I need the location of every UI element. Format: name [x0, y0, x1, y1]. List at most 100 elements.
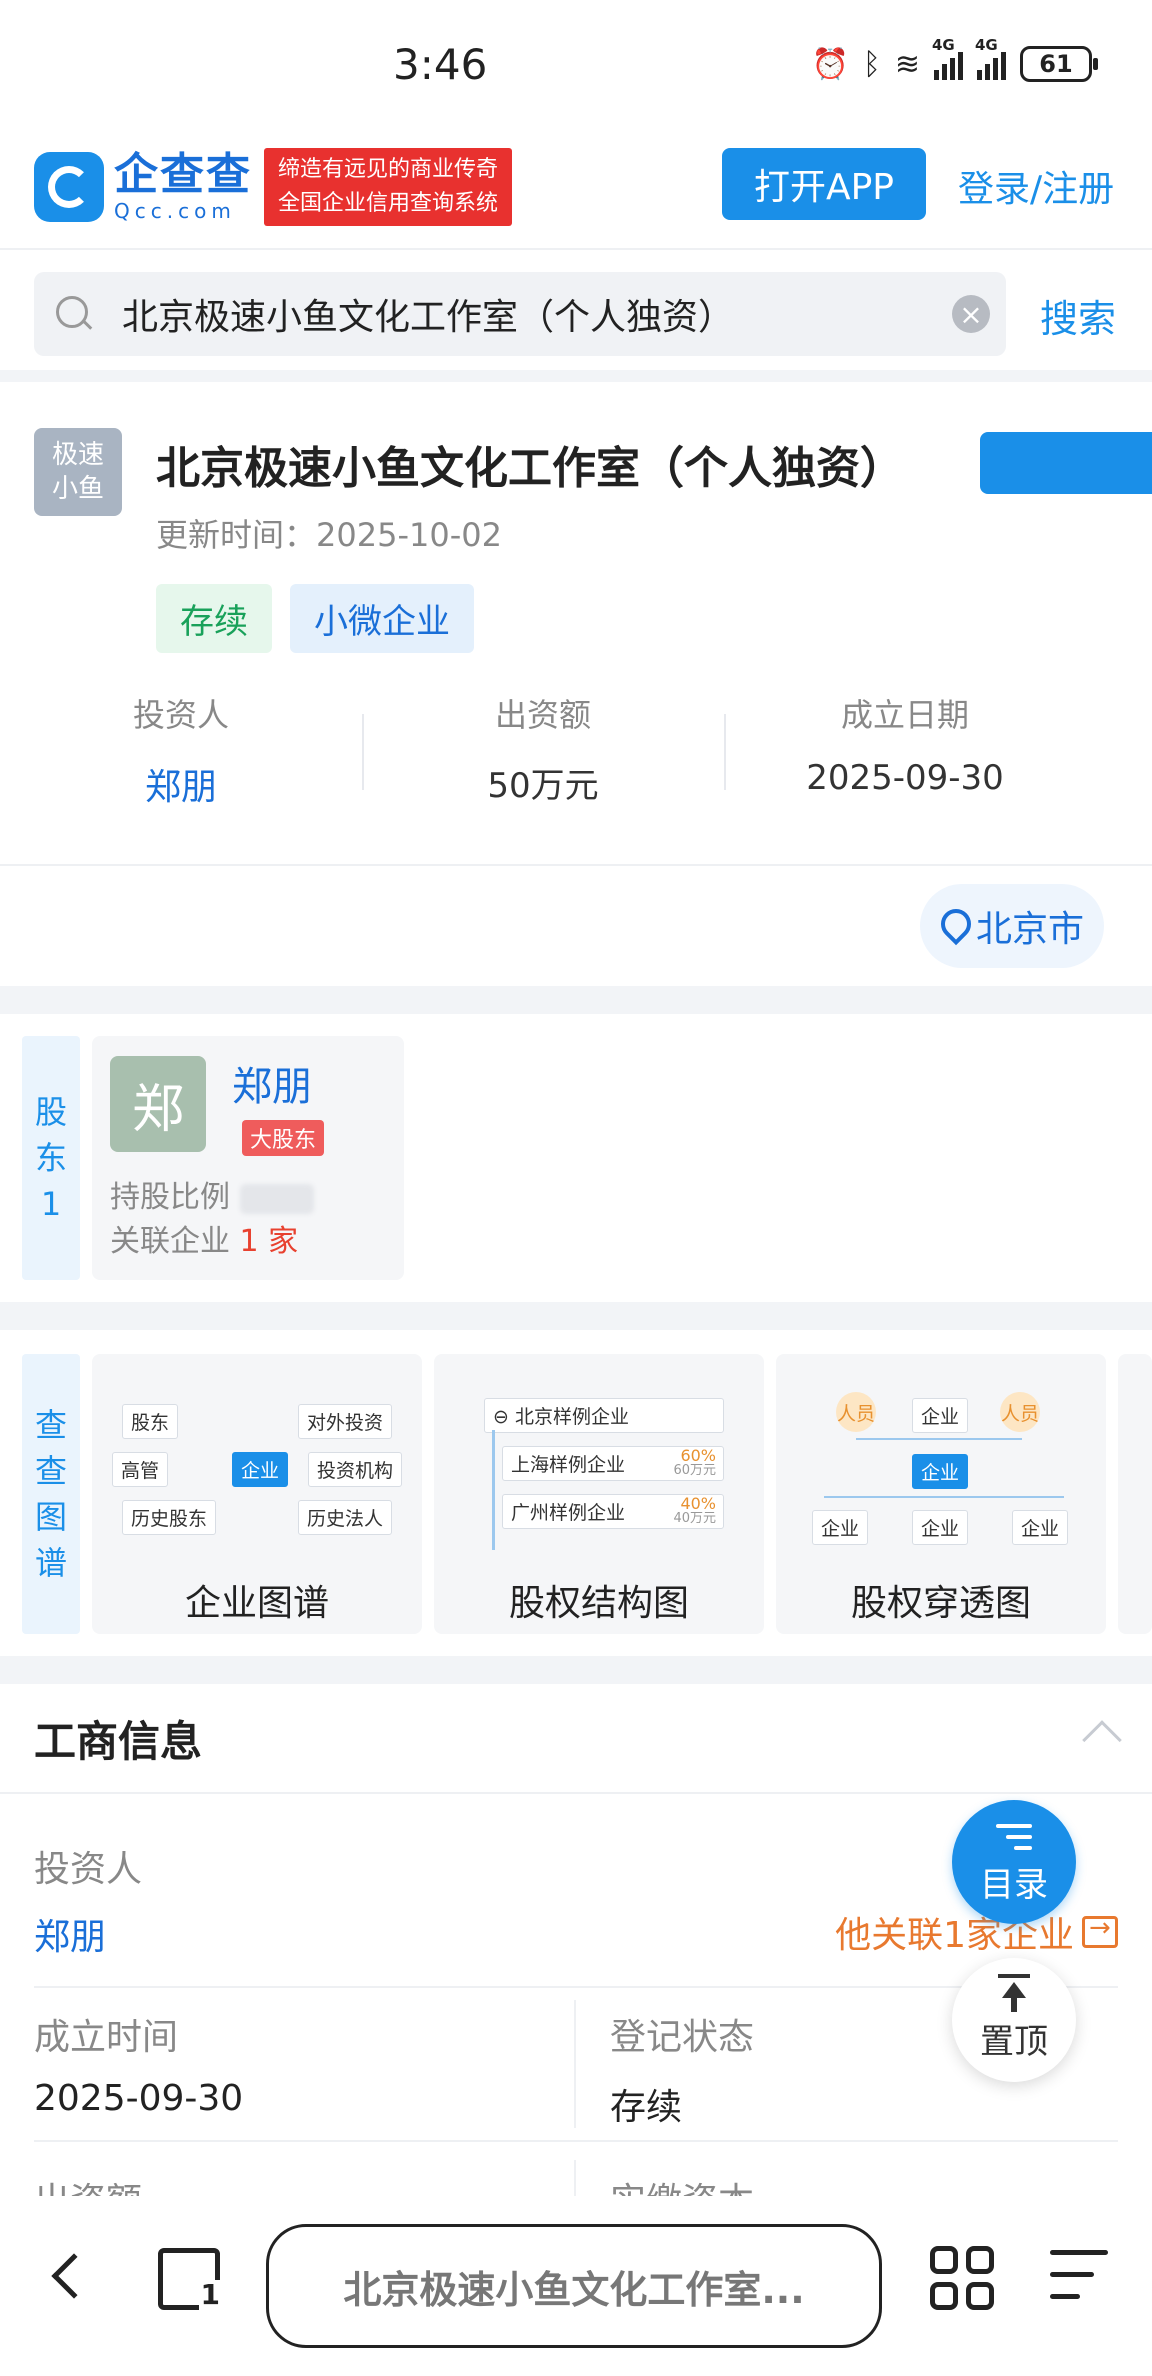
signal-icon: 4G: [932, 36, 963, 80]
column-separator: [574, 2160, 576, 2200]
search-input-value[interactable]: 北京极速小鱼文化工作室（个人独资）: [122, 288, 952, 340]
graph-node: 企业: [1012, 1510, 1069, 1545]
address-bar[interactable]: 北京极速小鱼文化工作室...: [266, 2224, 882, 2348]
alarm-icon: ⏰: [811, 46, 849, 82]
site-header: 企查查 Qcc.com 缔造有远见的商业传奇 全国企业信用查询系统 打开APP …: [0, 130, 1152, 250]
established-value: 2025-09-30: [34, 2078, 244, 2119]
person-node: 人员: [1000, 1392, 1040, 1432]
arrow-up-icon: [996, 1974, 1032, 2014]
clock: 3:46: [393, 40, 488, 89]
slogan-banner: 缔造有远见的商业传奇 全国企业信用查询系统: [264, 148, 513, 226]
graph-connector: [492, 1430, 495, 1550]
logo-name: 企查查: [114, 149, 252, 200]
column-separator: [574, 2000, 576, 2128]
related-companies[interactable]: 关联企业 1 家: [110, 1216, 298, 1260]
list-icon: [996, 1824, 1032, 1850]
more-graph-card[interactable]: [1118, 1354, 1152, 1634]
company-logo: 极速 小鱼: [34, 428, 122, 516]
investor-value[interactable]: 郑朋: [34, 1908, 106, 1960]
divider: [0, 864, 1152, 866]
tabs-icon[interactable]: 1: [158, 2248, 220, 2310]
graph-node-center: 企业: [232, 1452, 289, 1487]
graph-title: 企业图谱: [184, 1583, 329, 1624]
graph-node: 企业: [812, 1510, 869, 1545]
search-button[interactable]: 搜索: [1040, 288, 1116, 343]
menu-icon[interactable]: [1050, 2250, 1108, 2316]
status-value: 存续: [610, 2087, 683, 2128]
company-name: 北京极速小鱼文化工作室（个人独资）: [156, 443, 904, 494]
person-node: 人员: [836, 1392, 876, 1432]
search-input[interactable]: 北京极速小鱼文化工作室（个人独资） ×: [34, 272, 1006, 356]
divider: [0, 1792, 1152, 1794]
logo-domain: Qcc.com: [114, 199, 236, 223]
graph-node-center: 企业: [912, 1454, 969, 1489]
divider: [34, 2140, 1118, 2142]
section-gap: [0, 1656, 1152, 1684]
section-gap: [0, 1302, 1152, 1330]
graph-title: 股权穿透图: [850, 1583, 1031, 1624]
graph-node: 股东: [122, 1404, 179, 1439]
graph-side-label: 查 查 图 谱: [22, 1354, 80, 1634]
divider: [34, 1986, 1118, 1988]
wifi-icon: ≋: [894, 46, 920, 82]
avatar: 郑: [110, 1056, 206, 1152]
status-bar: 3:46 ⏰ ᛒ ≋ 4G 4G 61: [0, 0, 1152, 130]
investor-label: 投资人: [34, 1849, 143, 1890]
graph-title: 股权结构图: [508, 1583, 689, 1624]
graph-connector: [856, 1438, 1022, 1440]
graph-node: 投资机构: [308, 1452, 403, 1487]
graph-node: 企业: [912, 1398, 969, 1433]
related-companies-link[interactable]: 他关联1家企业: [835, 1906, 1118, 1958]
back-to-top-button[interactable]: 置顶: [952, 1958, 1076, 2082]
catalog-button[interactable]: 目录: [952, 1800, 1076, 1924]
company-tags: 存续 小微企业: [156, 584, 474, 653]
pct-label: 60% 60万元: [673, 1446, 716, 1479]
enterprise-graph-card[interactable]: 股东 对外投资 高管 企业 投资机构 历史股东 历史法人 企业图谱: [92, 1354, 422, 1634]
signal-icon-2: 4G: [975, 36, 1006, 80]
graph-connector: [824, 1496, 1064, 1498]
follow-button[interactable]: [980, 432, 1152, 494]
section-title: 工商信息: [34, 1717, 203, 1766]
graph-node: 企业: [912, 1510, 969, 1545]
shareholder-name[interactable]: 郑朋: [232, 1054, 312, 1112]
qcc-logo[interactable]: 企查查 Qcc.com 缔造有远见的商业传奇 全国企业信用查询系统: [34, 148, 513, 226]
shareholder-side-label: 股 东 1: [22, 1036, 80, 1280]
clear-icon[interactable]: ×: [952, 295, 990, 333]
equity-penetration-card[interactable]: 人员 企业 人员 企业 企业 企业 企业 股权穿透图: [776, 1354, 1106, 1634]
location-chip[interactable]: 北京市: [920, 884, 1105, 968]
browser-toolbar: 1 北京极速小鱼文化工作室...: [0, 2196, 1152, 2376]
status-label: 登记状态: [610, 2017, 755, 2058]
battery-icon: 61: [1020, 46, 1098, 82]
apps-grid-icon[interactable]: [930, 2246, 994, 2310]
open-app-button[interactable]: 打开APP: [722, 148, 926, 220]
status-icons: ⏰ ᛒ ≋ 4G 4G 61: [811, 36, 1098, 82]
qcc-logo-icon: [34, 152, 104, 222]
bluetooth-icon: ᛒ: [862, 46, 881, 82]
back-icon[interactable]: [51, 2253, 97, 2299]
stat-investor[interactable]: 投资人 郑朋: [0, 690, 362, 810]
size-badge: 小微企业: [290, 584, 474, 653]
established-label: 成立时间: [34, 2017, 179, 2058]
location-pin-icon: [940, 908, 968, 944]
external-link-icon: [1082, 1913, 1118, 1948]
company-stats: 投资人 郑朋 出资额 50万元 成立日期 2025-09-30: [0, 690, 1152, 810]
stat-established: 成立日期 2025-09-30: [724, 690, 1086, 810]
graph-node: 对外投资: [298, 1404, 393, 1439]
graph-node: 历史法人: [298, 1500, 393, 1535]
stat-capital: 出资额 50万元: [362, 690, 724, 810]
status-badge: 存续: [156, 584, 272, 653]
equity-structure-card[interactable]: ⊖ 北京样例企业 上海样例企业 60% 60万元 广州样例企业 40% 40万元 股…: [434, 1354, 764, 1634]
section-gap: [0, 370, 1152, 382]
pct-label: 40% 40万元: [673, 1494, 716, 1527]
section-gap: [0, 986, 1152, 1014]
update-time: 更新时间：2025-10-02: [156, 516, 502, 554]
login-register-link[interactable]: 登录/注册: [958, 160, 1114, 212]
major-shareholder-badge: 大股东: [242, 1120, 325, 1156]
holding-ratio: 持股比例: [110, 1172, 314, 1216]
chevron-up-icon[interactable]: [1082, 1720, 1122, 1760]
graph-node: 高管: [112, 1452, 169, 1487]
blurred-ratio: [239, 1183, 314, 1214]
shareholder-card[interactable]: 郑 郑朋 大股东 持股比例 关联企业 1 家: [92, 1036, 404, 1280]
search-icon: [54, 294, 94, 334]
graph-node: ⊖ 北京样例企业: [484, 1398, 724, 1433]
